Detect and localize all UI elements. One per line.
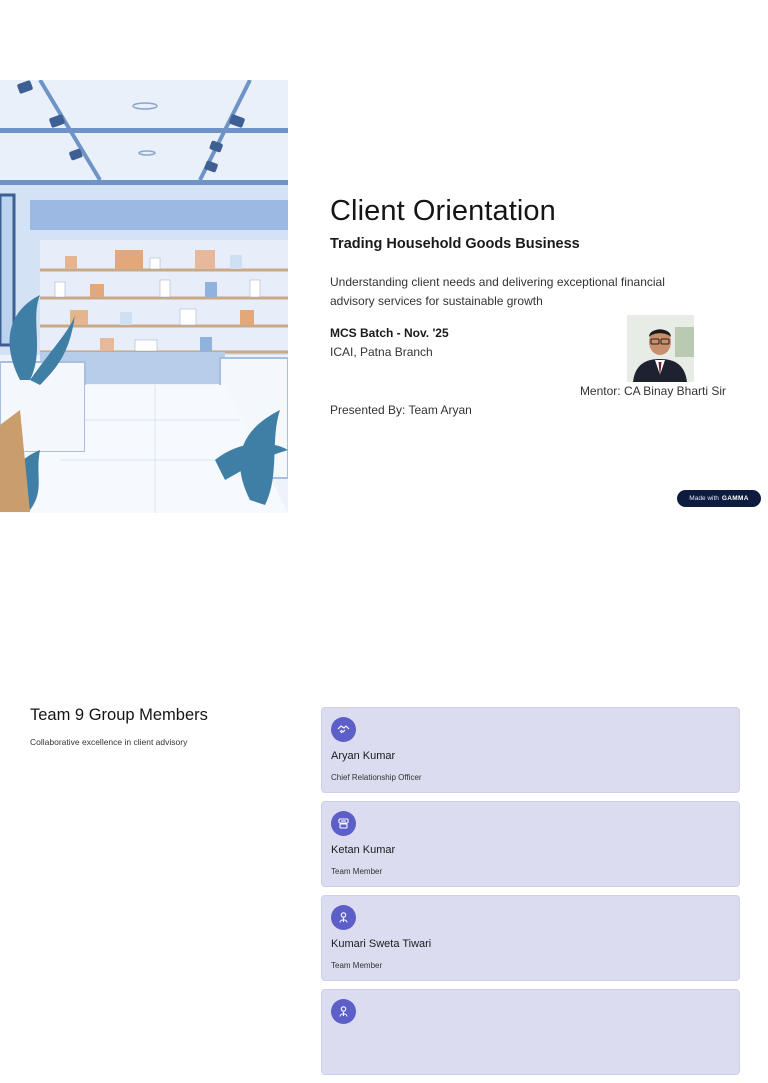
mentor-photo bbox=[627, 315, 694, 382]
batch-label: MCS Batch - Nov. '25 bbox=[330, 326, 449, 340]
team-title: Team 9 Group Members bbox=[30, 706, 208, 724]
member-card bbox=[321, 989, 740, 1075]
member-card: Aryan Kumar Chief Relationship Officer bbox=[321, 707, 740, 793]
store-illustration bbox=[0, 80, 288, 513]
slide-subtitle: Trading Household Goods Business bbox=[330, 236, 580, 252]
branch-label: ICAI, Patna Branch bbox=[330, 345, 433, 359]
member-card-list: Aryan Kumar Chief Relationship Officer K… bbox=[321, 707, 740, 1083]
member-card: Kumari Sweta Tiwari Team Member bbox=[321, 895, 740, 981]
person-icon bbox=[331, 905, 356, 930]
slide-title: Client Orientation bbox=[330, 195, 556, 227]
member-name: Kumari Sweta Tiwari bbox=[331, 938, 432, 950]
mentor-label: Mentor: CA Binay Bharti Sir bbox=[579, 384, 726, 398]
handshake-icon bbox=[331, 717, 356, 742]
member-role: Chief Relationship Officer bbox=[331, 773, 422, 782]
member-role: Team Member bbox=[331, 961, 383, 970]
member-card: Ketan Kumar Team Member bbox=[321, 801, 740, 887]
member-name: Aryan Kumar bbox=[331, 750, 396, 762]
badge-brand: GAMMA bbox=[721, 495, 749, 502]
person-icon bbox=[331, 999, 356, 1024]
member-name: Ketan Kumar bbox=[331, 844, 396, 856]
presented-by: Presented By: Team Aryan bbox=[330, 403, 472, 417]
badge-prefix: Made with bbox=[689, 495, 719, 502]
title-slide: Client Orientation Trading Household Goo… bbox=[0, 80, 768, 513]
member-role: Team Member bbox=[331, 867, 383, 876]
slide-description: Understanding client needs and deliverin… bbox=[330, 275, 665, 308]
made-with-gamma-badge[interactable]: Made with GAMMA bbox=[677, 490, 761, 507]
scroll-icon bbox=[331, 811, 356, 836]
team-subtitle: Collaborative excellence in client advis… bbox=[30, 737, 188, 747]
